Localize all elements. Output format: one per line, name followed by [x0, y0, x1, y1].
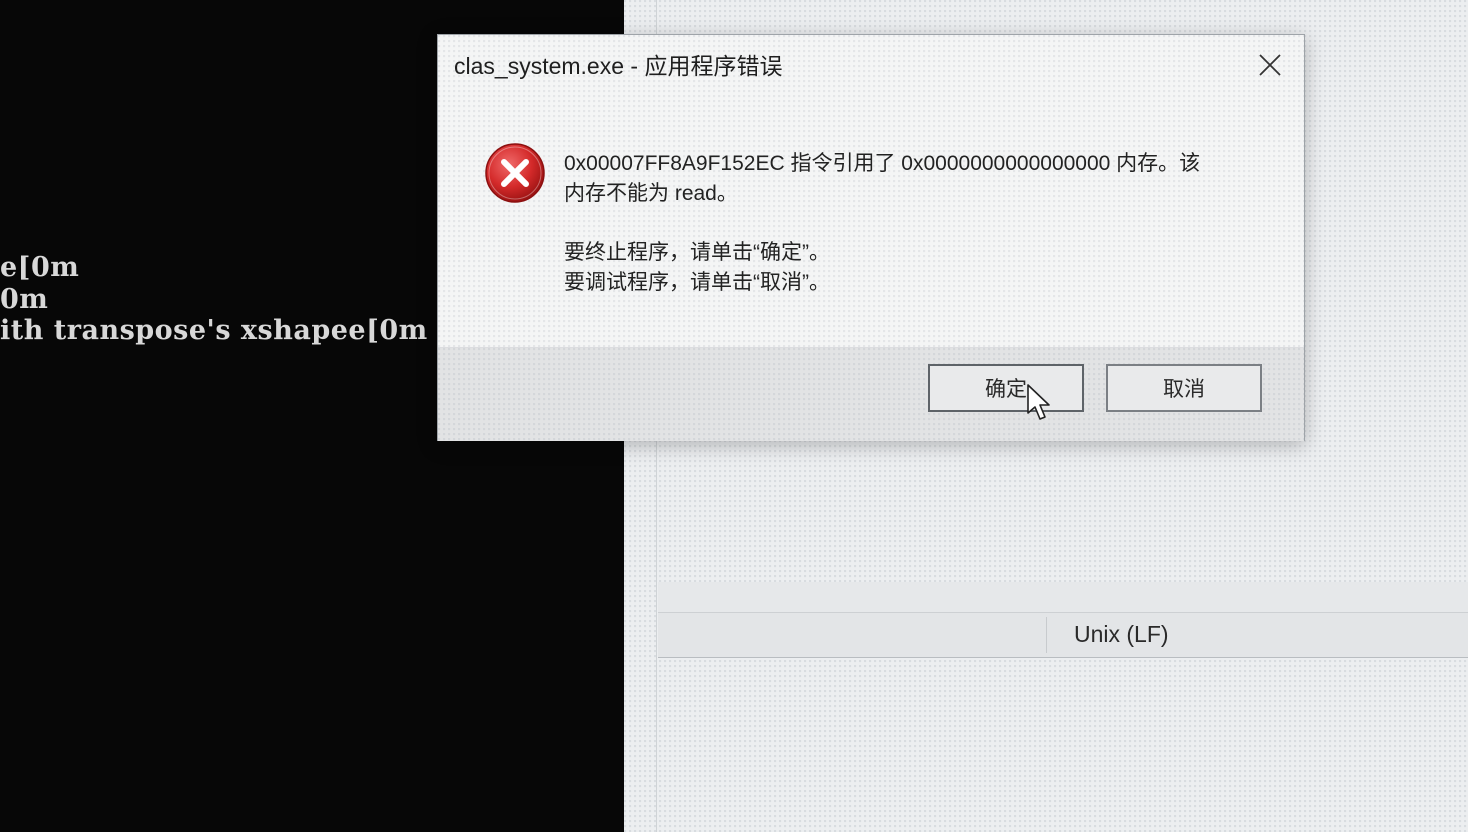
console-line: ith transpose's xshapee[0m	[0, 315, 428, 346]
console-line: 0m	[0, 284, 49, 315]
error-message-line: 内存不能为 read。	[564, 182, 738, 205]
cancel-button[interactable]: 取消	[1106, 364, 1262, 412]
status-line-ending[interactable]: Unix (LF)	[1074, 621, 1169, 648]
screen: e[0m 0m ith transpose's xshapee[0m Unix …	[0, 0, 1468, 832]
editor-panel-band	[658, 582, 1468, 612]
instruction-line: 要调试程序，请单击“取消”。	[564, 271, 830, 294]
console-line: e[0m	[0, 252, 80, 283]
dialog-title: clas_system.exe - 应用程序错误	[454, 53, 783, 79]
instruction-line: 要终止程序，请单击“确定”。	[564, 241, 830, 264]
error-message-line: 0x00007FF8A9F152EC 指令引用了 0x0000000000000…	[564, 152, 1201, 175]
ok-button[interactable]: 确定	[928, 364, 1084, 412]
application-error-dialog: clas_system.exe - 应用程序错误 0x00007FF8A9F15…	[437, 34, 1305, 441]
editor-status-bar: Unix (LF)	[658, 612, 1468, 658]
status-divider	[1046, 617, 1047, 653]
dialog-button-bar: 确定 取消	[438, 347, 1304, 441]
close-button[interactable]	[1250, 45, 1290, 85]
mouse-pointer-icon	[1027, 384, 1050, 420]
error-icon	[485, 143, 545, 203]
close-icon	[1259, 54, 1281, 76]
